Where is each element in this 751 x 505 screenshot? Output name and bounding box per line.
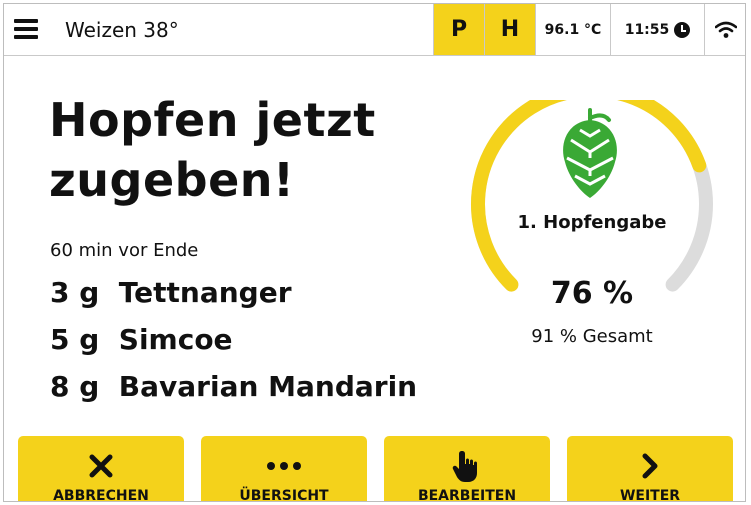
clock-icon <box>674 21 691 38</box>
cancel-button[interactable]: ABBRECHEN <box>18 436 184 502</box>
cancel-label: ABBRECHEN <box>53 488 149 502</box>
overview-button[interactable]: ÜBERSICHT <box>201 436 367 502</box>
gauge-percentage: 76 % <box>550 276 634 311</box>
edit-button[interactable]: BEARBEITEN <box>384 436 550 502</box>
clock-display: 11:55 <box>610 4 704 55</box>
mode-h-button[interactable]: H <box>484 4 535 55</box>
headline-line-2: zugeben! <box>49 153 295 207</box>
edit-label: BEARBEITEN <box>417 488 517 502</box>
hop-icon <box>563 108 617 198</box>
overview-label: ÜBERSICHT <box>239 488 329 502</box>
headline-line-1: Hopfen jetzt <box>49 93 376 147</box>
temperature-display: 96.1 °C <box>535 4 610 55</box>
close-icon <box>18 448 184 484</box>
gauge-label: 1. Hopfengabe <box>517 212 667 233</box>
next-label: WEITER <box>619 488 681 502</box>
hop-item: 3 g Tettnanger <box>50 276 292 309</box>
app-frame: Weizen 38° P H 96.1 °C 11:55 Hopfen jetz… <box>3 3 746 502</box>
hop-amount: 8 g <box>50 370 100 403</box>
chevron-right-icon <box>567 448 733 484</box>
hop-name: Bavarian Mandarin <box>118 370 418 403</box>
instruction-headline: Hopfen jetzt zugeben! <box>49 90 459 210</box>
time-label: 11:55 <box>624 21 670 38</box>
menu-icon[interactable] <box>14 19 42 41</box>
status-bar: Weizen 38° P H 96.1 °C 11:55 <box>4 4 745 56</box>
more-dots-icon <box>201 448 367 484</box>
hop-amount: 3 g <box>50 276 100 309</box>
hop-name: Tettnanger <box>118 276 292 309</box>
hop-amount: 5 g <box>50 323 100 356</box>
mode-p-button[interactable]: P <box>433 4 484 55</box>
timing-text: 60 min vor Ende <box>50 240 199 261</box>
hop-item: 8 g Bavarian Mandarin <box>50 370 417 403</box>
hop-item: 5 g Simcoe <box>50 323 233 356</box>
next-button[interactable]: WEITER <box>567 436 733 502</box>
wifi-icon[interactable] <box>704 4 745 55</box>
recipe-title: Weizen 38° <box>65 18 179 42</box>
gauge-total: 91 % Gesamt <box>531 326 653 347</box>
hop-name: Simcoe <box>118 323 233 356</box>
hand-pointer-icon <box>384 448 550 484</box>
